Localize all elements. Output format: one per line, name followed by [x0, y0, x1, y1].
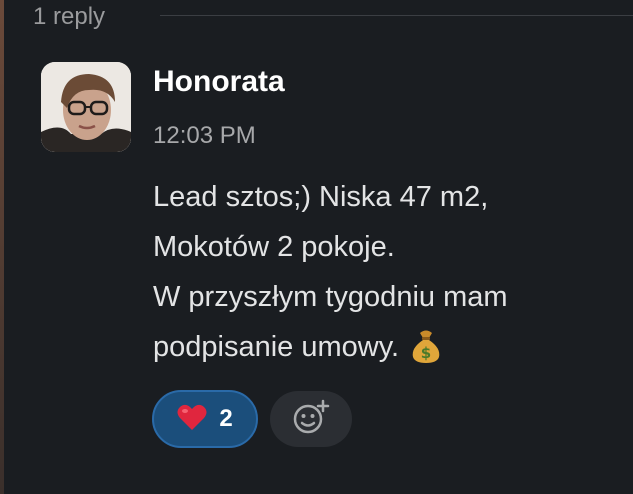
divider: [160, 15, 633, 16]
add-reaction-button[interactable]: [270, 391, 352, 447]
message-line-text: podpisanie umowy.: [153, 331, 400, 363]
avatar[interactable]: [41, 62, 131, 152]
money-bag-icon: $: [409, 328, 443, 364]
reaction-heart[interactable]: 2: [152, 390, 258, 448]
reaction-count: 2: [219, 405, 233, 432]
svg-text:$: $: [421, 344, 431, 362]
add-emoji-icon: [291, 398, 331, 441]
message-line: Mokotów 2 pokoje.: [153, 231, 395, 263]
message-timestamp[interactable]: 12:03 PM: [153, 120, 256, 152]
message-line-last: podpisanie umowy. $: [153, 322, 623, 372]
window-edge: [0, 0, 4, 494]
reply-count[interactable]: 1 reply: [33, 2, 105, 32]
message-line: W przyszłym tygodniu mam: [153, 281, 508, 313]
message-author[interactable]: Honorata: [153, 62, 285, 102]
heart-icon: [177, 403, 207, 436]
thread-header: 1 reply: [0, 0, 633, 34]
message-line: Lead sztos;) Niska 47 m2,: [153, 181, 489, 213]
message-body: Lead sztos;) Niska 47 m2, Mokotów 2 poko…: [153, 172, 623, 372]
